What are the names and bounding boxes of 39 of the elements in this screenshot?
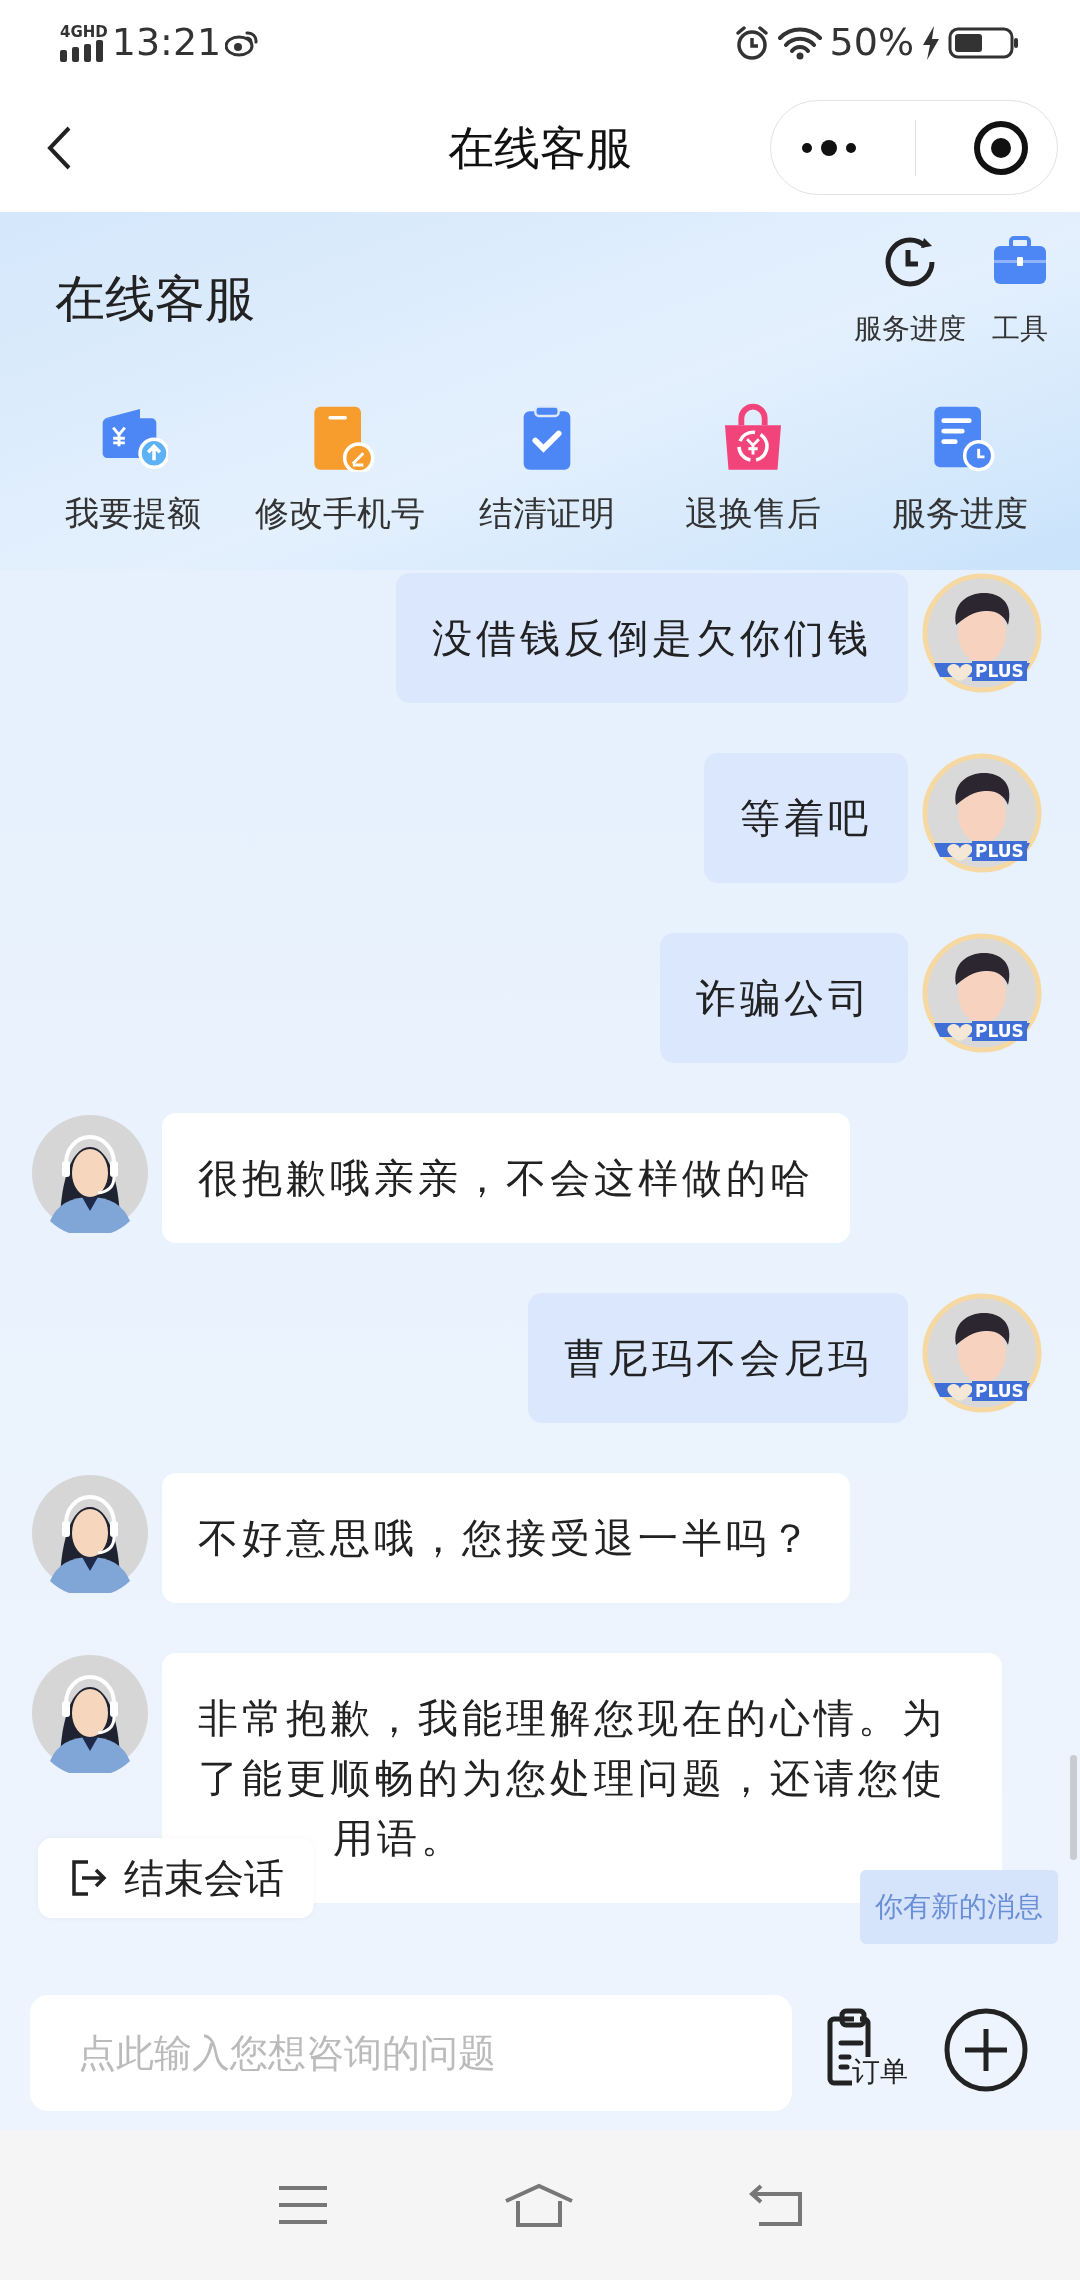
plus-icon — [943, 2007, 1029, 2093]
scrollbar-thumb[interactable] — [1070, 1755, 1077, 1860]
home-icon[interactable] — [504, 2183, 574, 2227]
message-text: 曹尼玛不会尼玛 — [564, 1334, 872, 1383]
back-nav-icon[interactable] — [748, 2184, 803, 2226]
message-text: 很抱歉哦亲亲，不会这样做的哈 — [198, 1154, 814, 1203]
shortcut-button[interactable]: 修改手机号 — [239, 402, 440, 539]
network-type: 4GHD — [60, 23, 108, 40]
add-button[interactable] — [943, 2007, 1029, 2093]
toolbar-button[interactable]: 服务进度 — [854, 232, 966, 382]
battery-icon — [948, 25, 1020, 60]
member-badge-text: PLUS — [972, 1021, 1027, 1041]
message-text: 非常抱歉，我能理解您现在的心情。为了能更顺畅的为您处理问题，还请您使 — [198, 1694, 947, 1803]
page-title: 在线客服 — [448, 120, 632, 177]
message-text: 等着吧 — [740, 794, 872, 843]
member-badge-text: PLUS — [972, 841, 1027, 861]
message-text: 诈骗公司 — [696, 974, 872, 1023]
menu-icon[interactable] — [277, 2185, 330, 2225]
shortcut-button[interactable]: 结清证明 — [446, 402, 647, 539]
member-badge-text: PLUS — [972, 1381, 1027, 1401]
shortcut-button[interactable]: 退换售后 — [653, 402, 854, 539]
shortcut-button[interactable]: 服务进度 — [860, 402, 1060, 539]
signal-icon — [60, 39, 104, 62]
clock-time: 13:21 — [111, 19, 222, 66]
alarm-icon — [733, 24, 770, 61]
close-target-icon[interactable] — [972, 119, 1029, 176]
end-session-button[interactable]: 结束会话 — [38, 1838, 314, 1918]
battery-percent: 50% — [829, 19, 914, 66]
message-text: 用语。 — [333, 1814, 465, 1863]
service-title: 在线客服 — [55, 269, 255, 330]
member-badge-text: PLUS — [972, 661, 1027, 681]
charging-icon — [922, 25, 940, 60]
order-button[interactable]: 订单 — [824, 2007, 919, 2097]
shortcut-button[interactable]: 我要提额 — [33, 402, 233, 539]
message-text: 没借钱反倒是欠你们钱 — [432, 614, 872, 663]
message-text: 不好意思哦，您接受退一半吗？ — [198, 1514, 814, 1563]
wifi-icon — [777, 25, 822, 60]
toolbar-button[interactable]: 工具 — [990, 232, 1050, 382]
question-input[interactable]: 点此输入您想咨询的问题 — [30, 1995, 792, 2111]
